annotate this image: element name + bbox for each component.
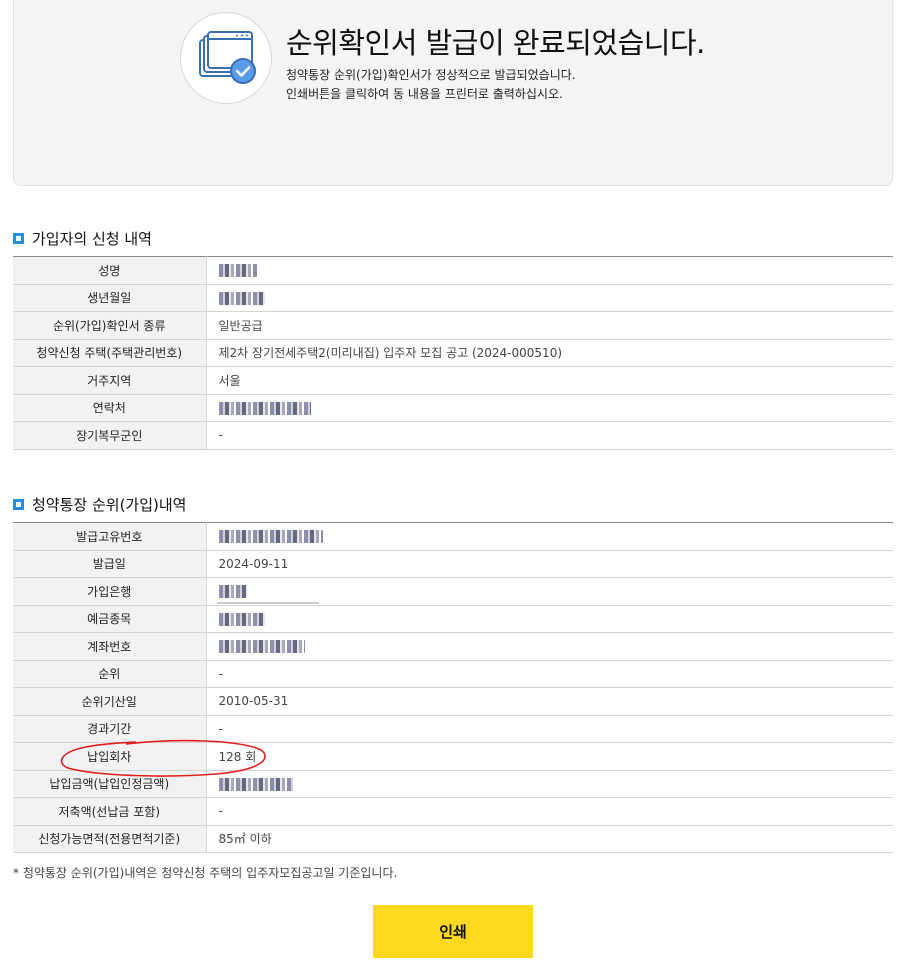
applicant-row-label: 장기복무군인 (13, 421, 207, 450)
applicant-table: 성명 생년월일 순위(가입)확인서 종류 일반공급 청약신청 주택(주택관리번호) 제2차… (13, 256, 893, 450)
applicant-row: 생년월일 (13, 283, 893, 312)
account-row-value: - (206, 714, 893, 743)
section-bullet-icon (13, 499, 24, 510)
account-row-label: 경과기간 (13, 714, 207, 743)
account-row-value (206, 604, 893, 633)
applicant-row-label: 청약신청 주택(주택관리번호) (13, 338, 207, 367)
account-row: 납입금액(납입인정금액) (13, 769, 893, 798)
banner-line-1: 청약통장 순위(가입)확인서가 정상적으로 발급되었습니다. (286, 68, 576, 82)
footnote: * 청약통장 순위(가입)내역은 청약신청 주택의 입주자모집공고일 기준입니다… (13, 866, 398, 880)
account-row: 납입회차 128 회 (13, 742, 893, 771)
account-row-label: 발급고유번호 (13, 522, 207, 551)
applicant-row-label: 연락처 (13, 393, 207, 422)
account-row: 계좌번호 (13, 632, 893, 661)
applicant-row-value: 제2차 장기전세주택2(미리내집) 입주자 모집 공고 (2024-000510… (206, 338, 893, 367)
banner-title: 순위확인서 발급이 완료되었습니다. (286, 26, 705, 60)
account-row-value (206, 577, 893, 606)
account-row: 가입은행 (13, 577, 893, 606)
account-row: 신청가능면적(전용면적기준) 85㎡ 이하 (13, 824, 893, 853)
account-row-label: 납입회차 (13, 742, 207, 771)
masked-value (218, 264, 257, 278)
account-row-value: 85㎡ 이하 (206, 824, 893, 853)
account-row: 예금종목 (13, 604, 893, 633)
masked-value (218, 530, 323, 544)
applicant-section-title: 가입자의 신청 내역 (13, 228, 152, 249)
applicant-row: 장기복무군인 - (13, 421, 893, 450)
account-row-label: 발급일 (13, 549, 207, 578)
masked-value (218, 640, 305, 654)
account-row-label: 순위 (13, 659, 207, 688)
banner-description: 청약통장 순위(가입)확인서가 정상적으로 발급되었습니다. 인쇄버튼을 클릭하… (286, 66, 576, 104)
account-row-value (206, 522, 893, 551)
account-row: 순위 - (13, 659, 893, 688)
applicant-row: 청약신청 주택(주택관리번호) 제2차 장기전세주택2(미리내집) 입주자 모집 … (13, 338, 893, 367)
masked-value (218, 777, 293, 791)
applicant-row-value: - (206, 421, 893, 450)
account-row-value: - (206, 659, 893, 688)
account-row: 발급고유번호 (13, 522, 893, 551)
account-row-value: - (206, 797, 893, 826)
account-section-title: 청약통장 순위(가입)내역 (13, 494, 186, 515)
applicant-row-value: 일반공급 (206, 311, 893, 340)
account-row-label: 납입금액(납입인정금액) (13, 769, 207, 798)
applicant-row: 순위(가입)확인서 종류 일반공급 (13, 311, 893, 340)
account-row-label: 순위기산일 (13, 687, 207, 716)
applicant-row-label: 성명 (13, 256, 207, 285)
account-row: 발급일 2024-09-11 (13, 549, 893, 578)
account-row-value: 2010-05-31 (206, 687, 893, 716)
applicant-row: 연락처 (13, 393, 893, 422)
applicant-row-value: 서울 (206, 366, 893, 395)
applicant-row: 거주지역 서울 (13, 366, 893, 395)
account-row-label: 저축액(선납금 포함) (13, 797, 207, 826)
applicant-row: 성명 (13, 256, 893, 285)
field-underline (217, 602, 319, 604)
applicant-row-label: 순위(가입)확인서 종류 (13, 311, 207, 340)
account-row-label: 가입은행 (13, 577, 207, 606)
account-row-label: 예금종목 (13, 604, 207, 633)
banner-line-2: 인쇄버튼을 클릭하여 동 내용을 프린터로 출력하십시오. (286, 87, 563, 101)
account-row-value: 128 회 (206, 742, 893, 771)
account-row: 순위기산일 2010-05-31 (13, 687, 893, 716)
applicant-row-value (206, 256, 893, 285)
masked-value (218, 401, 311, 415)
applicant-row-label: 생년월일 (13, 283, 207, 312)
account-row-value: 2024-09-11 (206, 549, 893, 578)
applicant-row-label: 거주지역 (13, 366, 207, 395)
account-table: 발급고유번호 발급일 2024-09-11 가입은행 예금종목 계좌번호 순위 - 순위기산일 2… (13, 522, 893, 853)
account-row-label: 신청가능면적(전용면적기준) (13, 824, 207, 853)
applicant-row-value (206, 393, 893, 422)
masked-value (218, 291, 265, 305)
account-row-value (206, 632, 893, 661)
account-row-label: 계좌번호 (13, 632, 207, 661)
applicant-row-value (206, 283, 893, 312)
print-button[interactable]: 인쇄 (373, 905, 533, 958)
account-row: 경과기간 - (13, 714, 893, 743)
certificate-check-icon (180, 12, 272, 104)
masked-value (218, 585, 247, 599)
account-row-value (206, 769, 893, 798)
account-row: 저축액(선납금 포함) - (13, 797, 893, 826)
section-bullet-icon (13, 233, 24, 244)
masked-value (218, 612, 265, 626)
